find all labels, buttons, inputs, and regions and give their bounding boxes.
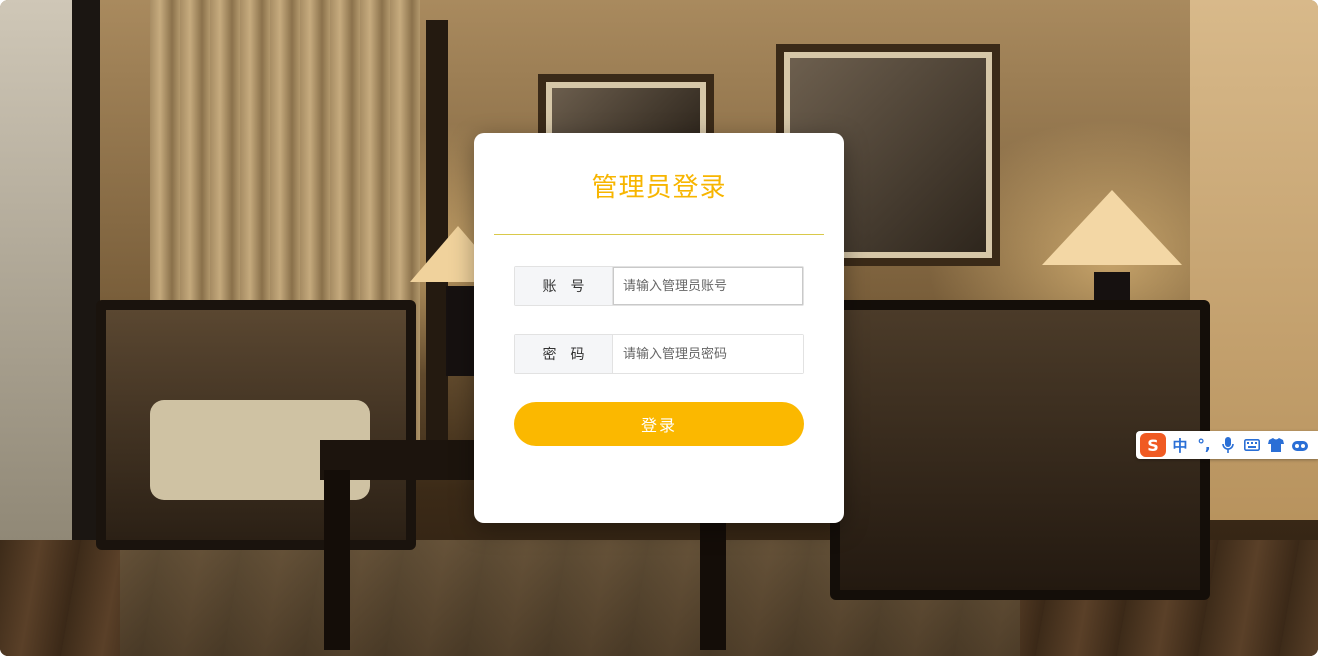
skin-shirt-icon[interactable] <box>1266 434 1286 456</box>
ime-logo[interactable]: S <box>1140 433 1166 457</box>
account-input[interactable] <box>613 267 803 305</box>
login-button[interactable]: 登录 <box>514 402 804 446</box>
background-lamp-base <box>446 286 474 376</box>
ime-punctuation-toggle[interactable]: °, <box>1194 434 1214 456</box>
ime-toolbar: S 中 °, <box>1136 431 1318 459</box>
login-page-background: 管理员登录 账号 密码 登录 S 中 °, <box>0 0 1318 656</box>
title-divider <box>494 234 824 235</box>
login-title: 管理员登录 <box>591 173 727 203</box>
background-lamp-shade <box>1042 190 1182 265</box>
toolbox-icon[interactable] <box>1290 434 1310 456</box>
microphone-icon[interactable] <box>1218 434 1238 456</box>
background-table-leg <box>324 470 350 650</box>
account-label: 账号 <box>515 267 613 305</box>
ime-mode-toggle[interactable]: 中 <box>1170 434 1190 456</box>
account-field: 账号 <box>514 266 804 306</box>
keyboard-icon[interactable] <box>1242 434 1262 456</box>
password-input[interactable] <box>613 335 803 373</box>
login-card: 管理员登录 账号 密码 登录 <box>474 133 844 523</box>
password-label: 密码 <box>515 335 613 373</box>
password-field: 密码 <box>514 334 804 374</box>
